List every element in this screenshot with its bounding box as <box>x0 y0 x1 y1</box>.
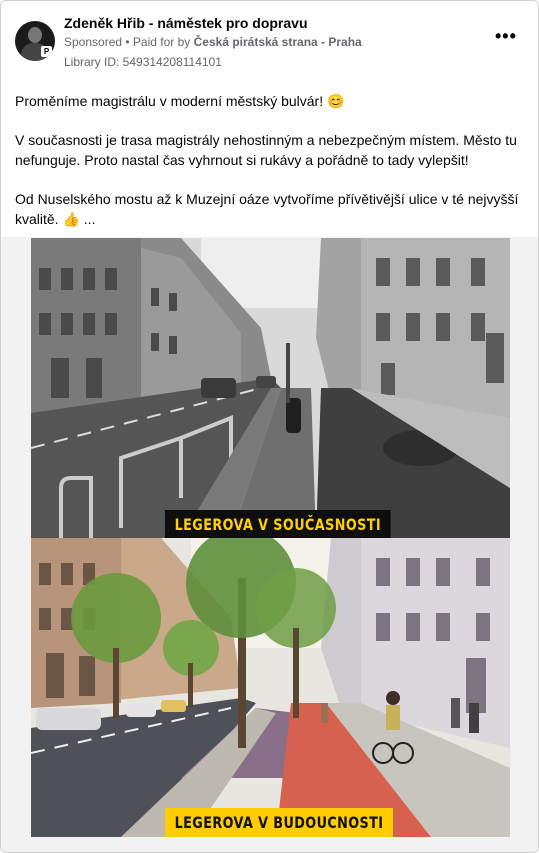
post-paragraph: V současnosti je trasa magistrály nehost… <box>15 132 517 168</box>
more-options-icon[interactable]: ••• <box>495 27 517 45</box>
paid-for-label: • Paid for by <box>122 35 194 49</box>
party-badge-icon: P <box>41 46 52 57</box>
post-paragraph: Od Nuselského mostu až k Muzejní oáze vy… <box>15 191 519 227</box>
caption-future: LEGEROVA V BUDOUCNOSTI <box>165 808 394 837</box>
future-street-illustration <box>31 538 510 837</box>
author-avatar[interactable]: P <box>15 21 55 61</box>
current-street-illustration <box>31 238 510 538</box>
future-street-visualization: LEGEROVA V BUDOUCNOSTI <box>31 538 510 837</box>
avatar-head-shape <box>28 27 42 43</box>
author-name[interactable]: Zdeněk Hřib - náměstek pro dopravu <box>64 15 308 31</box>
post-image[interactable]: LEGEROVA V SOUČASNOSTI LEGEROVA V BUDOUC… <box>1 237 538 852</box>
library-id: Library ID: 549314208114101 <box>64 55 222 69</box>
caption-current: LEGEROVA V SOUČASNOSTI <box>165 510 391 538</box>
current-street-photo: LEGEROVA V SOUČASNOSTI <box>31 238 510 538</box>
sponsored-line: Sponsored • Paid for by Česká pirátská s… <box>64 35 362 49</box>
paid-for-name[interactable]: Česká pirátská strana - Praha <box>194 35 362 49</box>
post-text: Proměníme magistrálu v moderní městský b… <box>15 91 525 229</box>
post-paragraph: Proměníme magistrálu v moderní městský b… <box>15 93 345 109</box>
ad-post-card: P Zdeněk Hřib - náměstek pro dopravu Spo… <box>0 0 539 853</box>
sponsored-label: Sponsored <box>64 35 123 49</box>
